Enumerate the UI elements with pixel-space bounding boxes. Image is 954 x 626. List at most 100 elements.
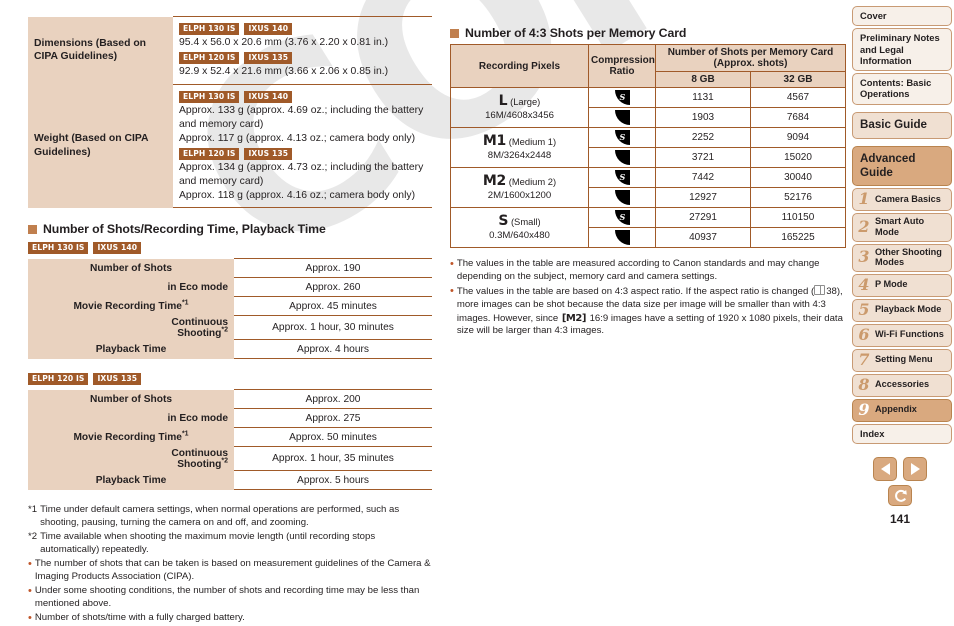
row-label: Playback Time [28,339,235,359]
row-value: Approx. 275 [234,408,432,429]
sidebar-item-number: 1 [858,189,870,209]
sidebar-item-cover[interactable]: Cover [852,6,952,27]
footnote-item: *1 Time under default camera settings, wh… [28,504,432,530]
row-label: Movie Recording Time*1 [28,296,235,316]
shots-8gb: 2252 [655,127,751,148]
badge-group: ELPH 130 IS IXUS 140 [28,240,432,256]
row-value: Approx. 1 hour, 35 minutes [234,446,432,472]
spec-line: Approx. 133 g (approx. 4.69 oz.; includi… [179,104,424,130]
footnote-ref: *2 [221,326,229,334]
note-text: The values in the table are measured acc… [456,258,820,282]
footnote-text: The values in the table are measured acc… [457,258,846,284]
sidebar-item-wi-fi-functions[interactable]: 6 Wi-Fi Functions [852,323,952,347]
compression-icon-cell: S [588,127,656,148]
next-page-button[interactable] [903,457,927,481]
navigation-sidebar[interactable]: Cover Preliminary Notes and Legal Informa… [852,6,952,446]
footnote-marker: *1 [28,504,38,516]
sidebar-item-index[interactable]: Index [852,423,952,444]
sidebar-item-camera-basics[interactable]: 1 Camera Basics [852,188,952,212]
pixel-dimensions: 16M/4608x3456 [485,110,554,122]
sidebar-item-accessories[interactable]: 8 Accessories [852,373,952,397]
sidebar-item-setting-menu[interactable]: 7 Setting Menu [852,348,952,372]
shots-32gb: 110150 [750,207,846,228]
previous-page-button[interactable] [873,457,897,481]
normal-compression-icon [614,110,630,125]
footnote-marker: • [450,285,454,297]
return-arrow-icon [894,489,907,502]
sidebar-item-number: 6 [858,324,870,344]
sidebar-item-label: Appendix [875,404,917,415]
back-button[interactable] [888,485,912,506]
model-badge: IXUS 140 [93,241,142,254]
model-badge: IXUS 135 [244,147,293,160]
sidebar-item-basic-guide[interactable]: Basic Guide [852,111,952,139]
compression-icon-cell [588,107,656,128]
shots-8gb: 3721 [655,147,751,168]
spec-line: 95.4 x 56.0 x 20.6 mm (3.76 x 2.20 x 0.8… [179,37,389,49]
table-row: Continuous Shooting*2 Approx. 1 hour, 30 … [28,315,432,341]
pixel-dimensions: 8M/3264x2448 [487,150,552,162]
recording-pixels-cell: S (Small) 0.3M/640x480 [450,207,589,248]
footnote-text: The number of shots that can be taken is… [34,558,431,582]
shots-section-heading: Number of Shots/Recording Time, Playback… [28,222,432,236]
fine-compression-icon: S [614,210,630,225]
sidebar-item-label: Setting Menu [875,354,933,365]
battery-table-block: ELPH 120 IS IXUS 135 Number of Shots Approx… [28,371,432,491]
spacer-cell [28,315,116,340]
left-footnotes: *1 Time under default camera settings, wh… [28,504,432,625]
sidebar-item-label: Preliminary Notes and Legal Information [860,32,940,66]
spec-value: ELPH 130 IS IXUS 140 Approx. 133 g (approx… [173,83,432,209]
footnote-marker: *2 [28,531,38,543]
sidebar-item-number: 2 [858,216,870,236]
m2-size-glyph: [M2] [561,312,587,324]
footnote-ref: *2 [221,457,229,465]
pixel-dimensions: 2M/1600x1200 [487,190,552,202]
spec-line: Approx. 117 g (approx. 4.13 oz.; camera … [179,132,416,144]
sidebar-item-playback-mode[interactable]: 5 Playback Mode [852,298,952,322]
model-badge: IXUS 135 [244,52,293,65]
recording-pixels-cell: L (Large) 16M/4608x3456 [450,87,589,128]
row-value: Approx. 200 [234,389,432,410]
sidebar-item-preliminary-notes-and-legal-information[interactable]: Preliminary Notes and Legal Information [852,28,952,72]
footnote-text: Under some shooting conditions, the numb… [34,585,420,609]
compression-icon-cell [588,187,656,208]
sidebar-item-other-shooting-modes[interactable]: 3 Other Shooting Modes [852,243,952,272]
spec-line: Approx. 134 g (approx. 4.73 oz.; includi… [179,162,424,188]
table-row: M2 (Medium 2) 2M/1600x1200 S 7442 30040 [450,167,846,208]
shots-heading-text: Number of Shots/Recording Time, Playback… [43,222,326,237]
pixel-size-label: S [498,212,509,229]
model-badge: IXUS 140 [244,23,293,36]
footnote-text: The values in the table are based on 4:3… [457,285,846,338]
sidebar-item-appendix[interactable]: 9 Appendix [852,398,952,422]
footnote-text: Time under default camera settings, when… [40,504,400,528]
sidebar-item-p-mode[interactable]: 4 P Mode [852,273,952,297]
sidebar-item-advanced-guide[interactable]: Advanced Guide [852,145,952,187]
header-shots-group: Number of Shots per Memory Card (Approx.… [655,44,846,72]
memory-table-head: Recording Pixels Compression Ratio Numbe… [450,44,846,88]
spacer-cell [28,277,116,297]
header-32gb: 32 GB [750,71,846,88]
sidebar-item-smart-auto-mode[interactable]: 2 Smart Auto Mode [852,213,952,242]
sidebar-item-label: Cover [860,10,887,21]
sidebar-item-label: P Mode [875,279,908,290]
footnote-marker: • [28,612,32,625]
row-label: in Eco mode [116,408,235,428]
footnote-ref: *1 [181,430,189,438]
page-navigation[interactable]: 141 [860,457,940,526]
footnote-item: *2 Time available when shooting the maxim… [28,531,432,557]
sidebar-item-contents-basic-operations[interactable]: Contents: Basic Operations [852,73,952,105]
memory-card-table: Recording Pixels Compression Ratio Numbe… [450,44,846,248]
pixel-size-name: (Small) [510,215,541,227]
shots-32gb: 30040 [750,167,846,188]
badge-group: ELPH 120 IS IXUS 135 [179,147,426,160]
row-label: Playback Time [28,470,235,490]
manual-page: COPY Dimensions (Based on CIPA Guideline… [0,0,954,624]
square-marker-icon [450,29,459,38]
sidebar-item-label: Other Shooting Modes [875,246,942,268]
footnote-item: • Number of shots/time with a fully charg… [28,612,432,625]
arrow-row [860,457,940,481]
normal-compression-icon [614,150,630,165]
spec-line: Approx. 118 g (approx. 4.16 oz.; camera … [179,190,416,202]
model-badge: ELPH 130 IS [179,90,240,103]
